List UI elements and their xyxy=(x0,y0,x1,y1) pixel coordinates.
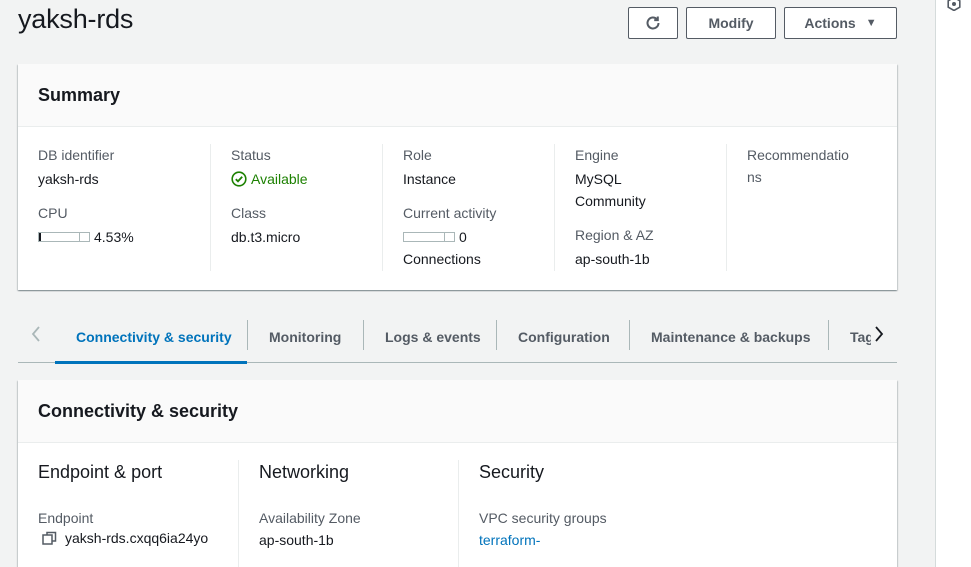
endpoint-section: Endpoint & port Endpoint yaksh-rds.cxqq6… xyxy=(38,460,238,567)
copy-icon[interactable] xyxy=(42,531,57,546)
summary-title: Summary xyxy=(18,64,897,127)
right-side-panel xyxy=(935,0,971,567)
connectivity-panel: Connectivity & security Endpoint & port … xyxy=(18,380,897,567)
db-identifier-value: yaksh-rds xyxy=(38,171,99,187)
cpu-bar xyxy=(38,232,90,242)
tab-scroll-right-icon[interactable] xyxy=(867,320,891,348)
actions-button[interactable]: Actions ▼ xyxy=(784,7,897,39)
role-value: Instance xyxy=(403,171,456,187)
engine-value-line2: Community xyxy=(575,193,646,209)
activity-bar xyxy=(403,232,455,242)
page-title: yaksh-rds xyxy=(18,4,134,34)
recommendations-label-line1: Recommendatio xyxy=(747,147,849,163)
endpoint-section-title: Endpoint & port xyxy=(38,462,163,482)
tab-connectivity-security[interactable]: Connectivity & security xyxy=(55,312,247,364)
az-value: ap-south-1b xyxy=(259,532,334,548)
vpc-sg-label: VPC security groups xyxy=(479,510,607,526)
status-value: Available xyxy=(231,168,382,190)
summary-panel: Summary DB identifier yaksh-rds CPU 4.53… xyxy=(18,64,897,290)
endpoint-row: yaksh-rds.cxqq6ia24yo xyxy=(38,530,238,546)
summary-col-engine: Engine MySQL Community Region & AZ ap-so… xyxy=(554,144,726,271)
summary-col-role: Role Instance Current activity 0 Connect… xyxy=(382,144,554,271)
modify-button[interactable]: Modify xyxy=(686,7,776,39)
vpc-sg-link[interactable]: terraform- xyxy=(479,532,678,548)
db-identifier-label: DB identifier xyxy=(38,147,115,163)
summary-col-recommendations: Recommendatio ns xyxy=(726,144,876,271)
networking-section: Networking Availability Zone ap-south-1b xyxy=(238,460,458,567)
connectivity-title: Connectivity & security xyxy=(18,380,897,443)
az-label: Availability Zone xyxy=(259,510,361,526)
actions-label: Actions xyxy=(804,15,856,31)
summary-col-identifier: DB identifier yaksh-rds CPU 4.53% xyxy=(38,144,210,271)
refresh-button[interactable] xyxy=(628,7,678,39)
cpu-label: CPU xyxy=(38,205,68,221)
activity-bar-tick xyxy=(444,233,445,241)
tab-logs-events[interactable]: Logs & events xyxy=(364,312,502,362)
recommendations-label-line2: ns xyxy=(747,169,762,185)
class-value: db.t3.micro xyxy=(231,229,301,245)
refresh-icon xyxy=(646,16,660,30)
tab-monitoring[interactable]: Monitoring xyxy=(248,312,362,362)
networking-section-title: Networking xyxy=(259,462,350,482)
status-label: Status xyxy=(231,147,271,163)
cpu-value: 4.53% xyxy=(94,229,134,245)
endpoint-value: yaksh-rds.cxqq6ia24yo xyxy=(65,530,209,546)
cpu-bar-fill xyxy=(39,233,42,241)
endpoint-label: Endpoint xyxy=(38,510,94,526)
tab-maintenance-backups[interactable]: Maintenance & backups xyxy=(630,312,832,362)
role-label: Role xyxy=(403,147,432,163)
tab-bar: Connectivity & security Monitoring Logs … xyxy=(18,312,897,364)
class-label: Class xyxy=(231,205,267,221)
help-panel-icon[interactable] xyxy=(947,0,961,11)
caret-down-icon: ▼ xyxy=(865,17,877,29)
tab-scroll-left-icon[interactable] xyxy=(24,320,48,348)
status-text: Available xyxy=(251,171,308,187)
engine-label: Engine xyxy=(575,147,619,163)
current-activity-value: 0 xyxy=(459,229,467,245)
cpu-bar-tick xyxy=(79,233,80,241)
current-activity-unit: Connections xyxy=(403,251,481,267)
region-label: Region & AZ xyxy=(575,227,654,243)
summary-col-status: Status Available Class db.t3.micro xyxy=(210,144,382,271)
cpu-meter: 4.53% xyxy=(38,226,210,248)
check-circle-icon xyxy=(231,171,247,187)
security-section-title: Security xyxy=(479,462,545,482)
region-value: ap-south-1b xyxy=(575,251,650,267)
tab-tags[interactable]: Tags xyxy=(829,312,871,362)
security-section: Security VPC security groups terraform- xyxy=(458,460,678,567)
engine-value-line1: MySQL xyxy=(575,171,622,187)
tab-configuration[interactable]: Configuration xyxy=(497,312,631,362)
current-activity-label: Current activity xyxy=(403,205,497,221)
activity-meter: 0 xyxy=(403,226,554,248)
